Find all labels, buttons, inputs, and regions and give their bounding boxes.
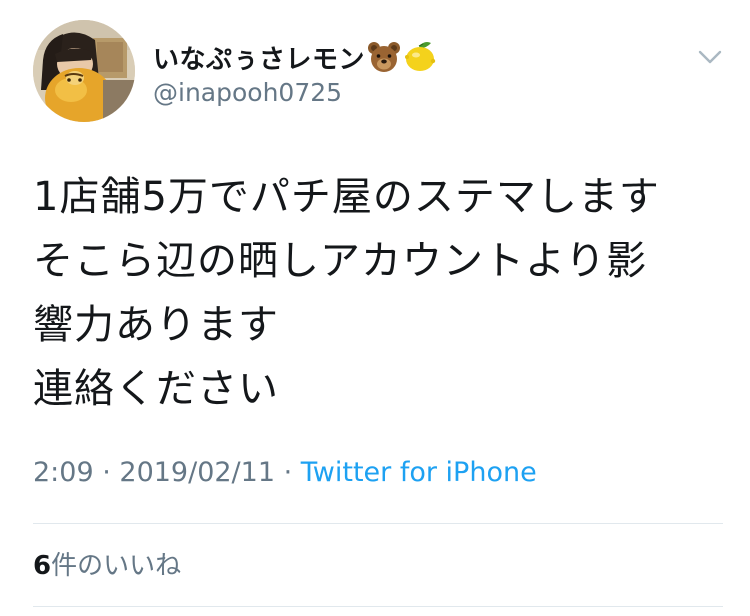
tweet-text-line: 連絡ください <box>33 366 279 412</box>
lemon-icon <box>405 42 436 71</box>
tweet-text-line: そこら辺の晒しアカウントより影 <box>33 238 648 284</box>
meta-separator: · <box>275 457 301 488</box>
display-name-text: いなぷぅさレモン <box>153 45 366 75</box>
divider <box>33 606 723 607</box>
likes-label: 件のいいね <box>51 551 182 581</box>
meta-separator: · <box>93 457 120 488</box>
likes-number: 6 <box>33 551 52 581</box>
display-name[interactable]: いなぷぅさレモン <box>153 40 437 76</box>
bear-face-icon <box>368 42 401 72</box>
likes-count[interactable]: 6件のいいね <box>33 548 181 584</box>
tweet-text-line: 響力あります <box>33 302 279 348</box>
tweet-time[interactable]: 2:09 <box>33 457 94 488</box>
user-handle[interactable]: @inapooh0725 <box>153 78 342 108</box>
avatar[interactable] <box>33 20 135 122</box>
avatar-image <box>33 20 135 122</box>
tweet-source-link[interactable]: Twitter for iPhone <box>301 457 537 488</box>
tweet-text: 1店舗5万でパチ屋のステマします そこら辺の晒しアカウントより影 響力あります … <box>33 165 723 421</box>
divider <box>33 523 723 524</box>
tweet-header: いなぷぅさレモン @inapooh0725 <box>33 20 723 130</box>
tweet-date[interactable]: 2019/02/11 <box>119 457 275 488</box>
chevron-down-icon[interactable] <box>697 48 723 66</box>
tweet-meta: 2:09 · 2019/02/11 · Twitter for iPhone <box>33 455 537 491</box>
tweet-text-line: 1店舗5万でパチ屋のステマします <box>33 174 660 220</box>
